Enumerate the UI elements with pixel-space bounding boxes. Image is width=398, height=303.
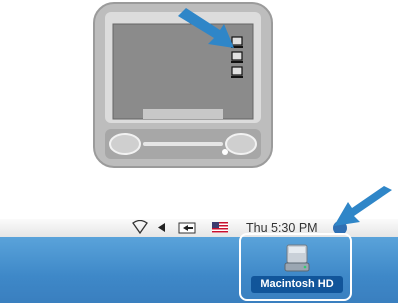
- hard-drive-icon[interactable]: [281, 243, 313, 273]
- volume-icon[interactable]: [157, 222, 168, 233]
- display-icon[interactable]: [178, 222, 196, 234]
- drive-icon: [231, 51, 243, 63]
- flag-icon[interactable]: [212, 222, 228, 233]
- macintosh-hd-label[interactable]: Macintosh HD: [251, 276, 343, 293]
- pointer-arrow-icon: [178, 8, 234, 48]
- pointer-arrow-icon: [334, 186, 392, 226]
- wifi-icon[interactable]: [132, 220, 148, 234]
- drive-icon: [231, 66, 243, 78]
